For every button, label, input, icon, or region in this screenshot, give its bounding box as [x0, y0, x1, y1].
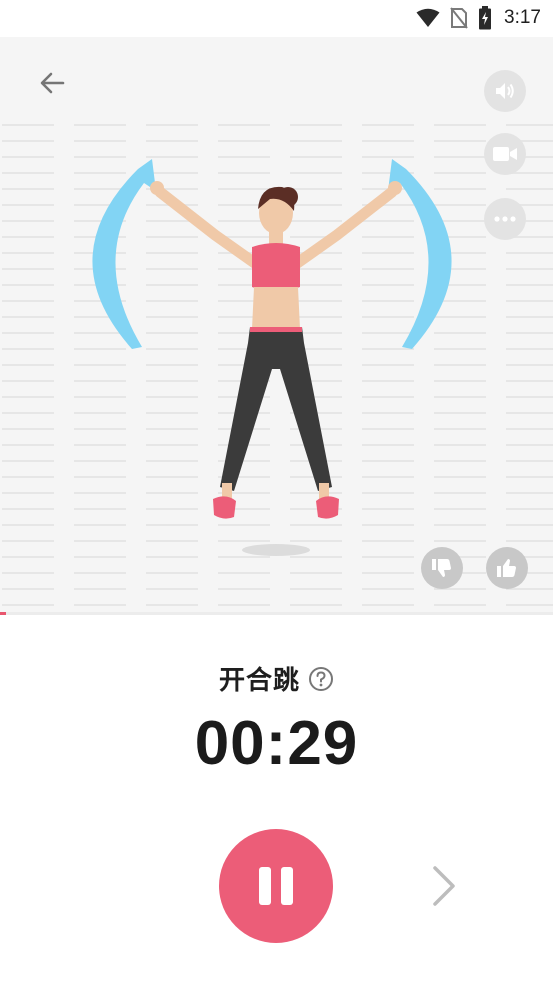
no-sim-icon	[450, 7, 468, 29]
left-arrow-graphic	[92, 159, 156, 349]
jumping-jack-illustration	[92, 159, 452, 556]
countdown-timer: 00:29	[194, 709, 359, 778]
status-icons: 3:17	[416, 6, 541, 30]
exercise-name: 开合跳	[218, 666, 300, 696]
exercise-title-row: 开合跳	[0, 660, 553, 697]
chevron-right-icon	[433, 866, 455, 906]
sound-button[interactable]	[484, 70, 526, 112]
volume-icon	[496, 83, 514, 99]
pause-button[interactable]	[219, 829, 333, 943]
clock: 3:17	[504, 7, 541, 28]
pause-icon	[254, 867, 298, 905]
shadow-graphic	[242, 544, 310, 556]
next-exercise-button[interactable]	[420, 860, 468, 912]
help-icon[interactable]	[308, 666, 334, 692]
status-bar: 3:17	[0, 0, 553, 37]
wifi-icon	[416, 8, 440, 27]
battery-charging-icon	[479, 6, 492, 30]
progress-fill	[0, 612, 6, 615]
back-button[interactable]	[32, 63, 72, 103]
progress-track	[0, 612, 553, 615]
exercise-animation-area	[0, 37, 553, 612]
arrow-left-icon	[40, 72, 65, 94]
